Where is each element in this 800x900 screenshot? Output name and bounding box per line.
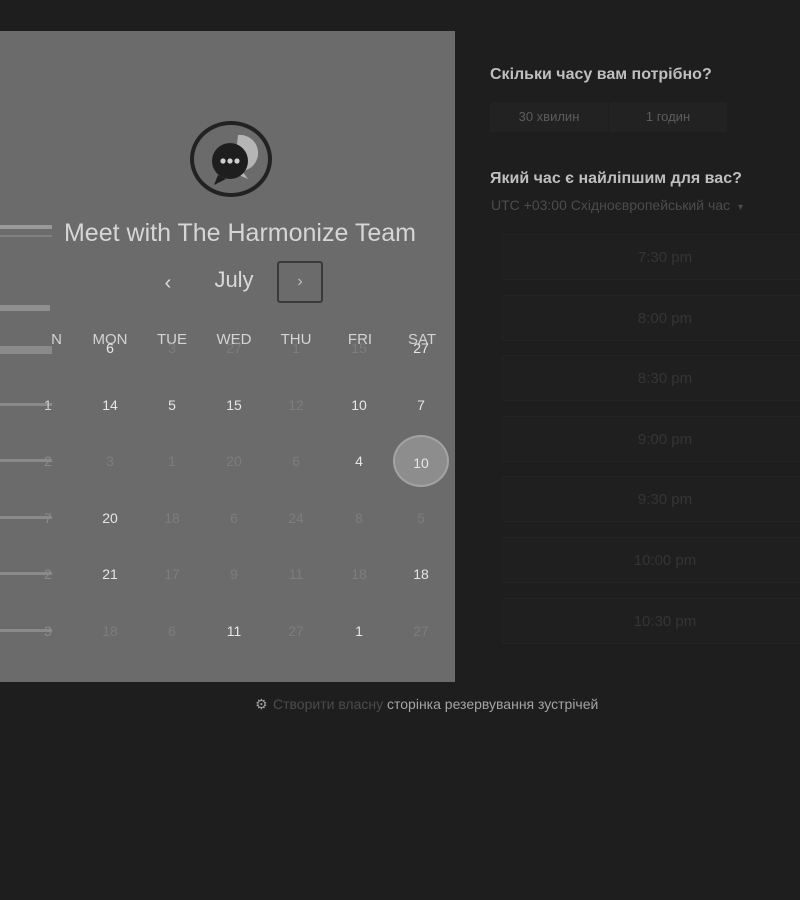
day-cell: 20: [226, 453, 242, 469]
day-cell[interactable]: 27: [399, 333, 443, 363]
day-cell: 18: [351, 566, 367, 582]
time-question: Який час є найліпшим для вас?: [490, 170, 742, 187]
day-cell: 3: [168, 340, 176, 356]
day-cell[interactable]: 7: [399, 390, 443, 420]
time-slot-button[interactable]: 10:30 pm: [502, 597, 800, 644]
previous-month-button[interactable]: ‹: [158, 269, 178, 297]
day-cell[interactable]: 18: [399, 559, 443, 589]
day-cell[interactable]: 14: [88, 390, 132, 420]
calendar-panel: Meet with The Harmonize Team ‹ July › NM…: [0, 31, 455, 682]
time-slot-button[interactable]: 7:30 pm: [502, 234, 800, 280]
month-label: July: [214, 267, 254, 292]
day-cell: 5: [417, 510, 425, 526]
footer-link-strong: сторінка резервування зустрічей: [387, 696, 599, 712]
week-stub-number: 3: [44, 623, 52, 639]
day-cell: 8: [355, 510, 363, 526]
timezone-label: UTC +03:00 Східноєвропейський час: [491, 197, 731, 213]
time-slot-button[interactable]: 10:00 pm: [502, 537, 800, 583]
week-stub-number: 1: [44, 397, 52, 413]
day-cell: 6: [168, 623, 176, 639]
day-cell[interactable]: 6: [88, 333, 132, 363]
week-stub-number: 7: [44, 510, 52, 526]
footer-link-text: Створити власну: [273, 696, 384, 712]
page-title: Meet with The Harmonize Team: [63, 219, 416, 247]
day-cell[interactable]: 4: [337, 446, 381, 476]
day-cell: 9: [230, 566, 238, 582]
day-cell: 12: [288, 397, 304, 413]
day-cell: 1: [292, 340, 300, 356]
selected-day-cell[interactable]: 10: [393, 435, 449, 487]
week-stub-number: 2: [44, 566, 52, 582]
time-slot-button[interactable]: 8:30 pm: [502, 355, 800, 402]
week-stub-number: 2: [44, 453, 52, 469]
caret-down-icon: ▾: [737, 202, 743, 213]
hubspot-sprocket-icon: ⚙: [255, 696, 268, 712]
day-cell: 18: [102, 623, 118, 639]
duration-option-30min[interactable]: 30 хвилин: [490, 102, 608, 132]
day-cell: 3: [106, 453, 114, 469]
week-stub-bar: [0, 346, 52, 354]
chevron-left-icon: ‹: [164, 272, 172, 294]
timezone-select[interactable]: UTC +03:00 Східноєвропейський час ▾: [491, 197, 743, 213]
day-cell[interactable]: 1: [337, 616, 381, 646]
day-cell[interactable]: 21: [88, 559, 132, 589]
day-cell[interactable]: 10: [337, 390, 381, 420]
day-cell: 6: [230, 510, 238, 526]
day-cell: 17: [164, 566, 180, 582]
day-cell: 6: [292, 453, 300, 469]
duration-option-1h[interactable]: 1 годин: [609, 102, 727, 132]
chevron-right-icon: ›: [297, 273, 303, 290]
day-cell: 18: [164, 510, 180, 526]
time-slot-button[interactable]: 9:30 pm: [502, 476, 800, 523]
day-cell: 1: [168, 453, 176, 469]
duration-question: Скільки часу вам потрібно?: [490, 66, 712, 83]
day-cell[interactable]: 5: [150, 390, 194, 420]
day-cell: 15: [351, 340, 367, 356]
weekday-strike-decoration: [0, 305, 50, 311]
day-cell: 27: [288, 623, 304, 639]
day-cell[interactable]: 15: [212, 390, 256, 420]
day-cell: 27: [413, 623, 429, 639]
day-cell: 24: [288, 510, 304, 526]
day-cell: 11: [288, 566, 304, 582]
next-month-button[interactable]: ›: [277, 261, 323, 303]
time-slot-button[interactable]: 8:00 pm: [502, 294, 800, 341]
time-slot-button[interactable]: 9:00 pm: [502, 415, 800, 462]
chat-bubble-logo-icon: [190, 121, 272, 197]
footer-create-link[interactable]: ⚙ Створити власну сторінка резервування з…: [255, 696, 598, 713]
day-cell[interactable]: 11: [212, 616, 256, 646]
day-cell[interactable]: 20: [88, 503, 132, 533]
day-cell: 27: [226, 340, 242, 356]
